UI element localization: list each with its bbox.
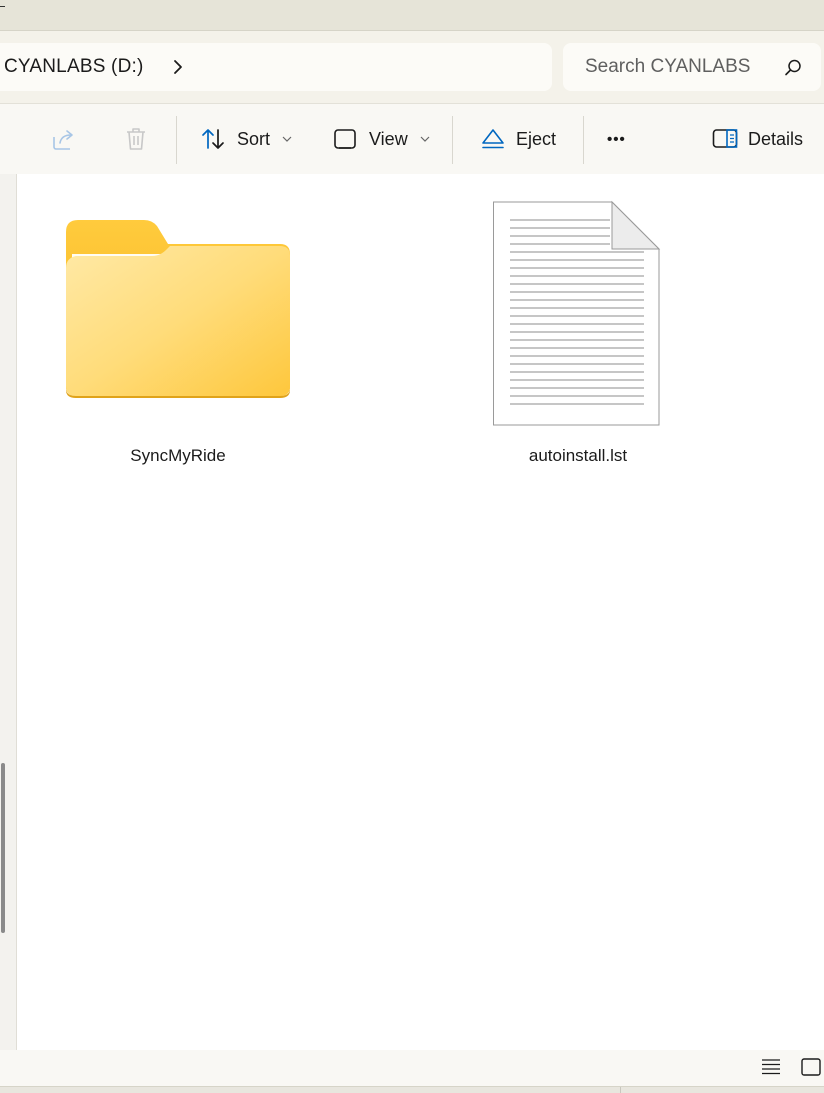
details-label: Details [748,128,804,149]
details-pane-icon [712,128,738,150]
chevron-down-icon [282,135,292,143]
more-icon: ••• [607,130,626,148]
details-view-icon[interactable] [760,1058,782,1081]
search-icon[interactable] [783,58,803,78]
copy-icon[interactable] [0,104,6,174]
toolbar-separator [452,116,453,164]
window-bottom-divider [620,1087,621,1093]
search-input[interactable]: Search CYANLABS [585,56,750,78]
eject-icon [480,126,506,152]
details-pane-button[interactable]: Details [712,104,803,174]
file-name: autoinstall.lst [528,446,628,465]
folder-icon [60,210,296,405]
view-label: View [369,128,408,149]
address-row: CYANLABS (D:) Search CYANLABS [0,31,824,103]
search-box[interactable]: Search CYANLABS [563,43,821,91]
tiles-view-icon[interactable] [800,1056,822,1083]
list-item[interactable]: SyncMyRide [60,210,296,472]
sort-icon [200,126,226,152]
eject-button[interactable]: Eject [480,104,556,174]
chevron-right-icon[interactable] [168,57,188,77]
more-options-button[interactable]: ••• [607,104,626,174]
toolbar-separator [583,116,584,164]
breadcrumb-location[interactable]: CYANLABS (D:) [4,56,144,78]
delete-icon[interactable] [124,104,148,174]
title-bar-edge [0,6,5,7]
list-item[interactable]: autoinstall.lst [470,200,686,472]
breadcrumb[interactable]: CYANLABS (D:) [0,43,552,91]
share-icon[interactable] [51,104,77,174]
title-bar [0,0,824,31]
command-bar: Sort View Eject ••• Details [0,103,824,175]
sort-label: Sort [237,128,271,149]
eject-label: Eject [516,128,557,149]
navigation-scrollbar[interactable] [1,763,5,933]
sort-button[interactable]: Sort [200,104,292,174]
view-button[interactable]: View [333,104,430,174]
toolbar-separator [176,116,177,164]
view-icon [333,127,357,151]
chevron-down-icon [420,135,430,143]
text-document-icon [492,200,662,433]
file-name: SyncMyRide [130,446,226,465]
